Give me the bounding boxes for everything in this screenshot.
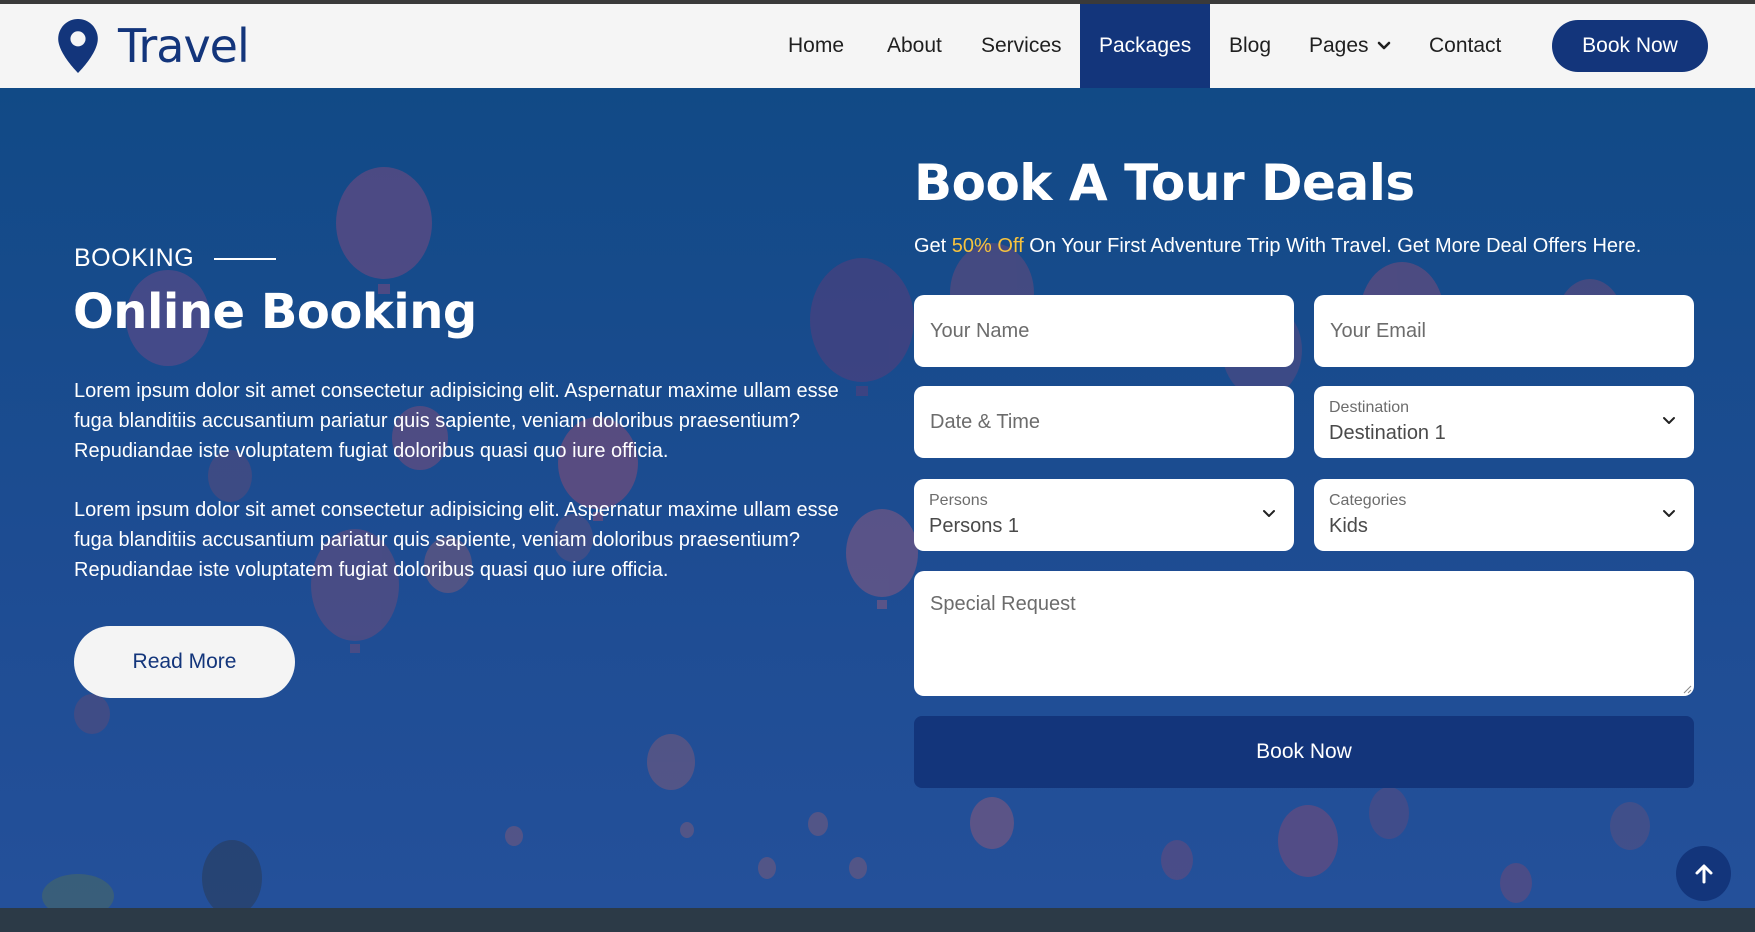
brand-name: Travel xyxy=(118,19,250,73)
navbar: Travel Home About Services Packages Blog… xyxy=(0,4,1755,88)
nav-home[interactable]: Home xyxy=(788,4,844,88)
name-input[interactable] xyxy=(914,295,1294,367)
email-input[interactable] xyxy=(1314,295,1694,367)
chevron-down-icon xyxy=(1377,41,1390,50)
section-title: Online Booking xyxy=(73,284,477,340)
chevron-down-icon xyxy=(1263,510,1275,517)
destination-select[interactable]: Destination Destination 1 xyxy=(1314,386,1694,458)
next-section-edge xyxy=(0,908,1755,932)
nav-pages-label: Pages xyxy=(1309,34,1369,57)
discount-highlight: 50% Off xyxy=(951,235,1024,257)
hero-section: BOOKING Online Booking Lorem ipsum dolor… xyxy=(0,88,1755,908)
nav-blog[interactable]: Blog xyxy=(1229,4,1271,88)
form-title: Book A Tour Deals xyxy=(914,154,1415,212)
categories-select[interactable]: Categories Kids xyxy=(1314,479,1694,551)
brand-logo[interactable]: Travel xyxy=(56,18,250,74)
eyebrow-divider xyxy=(214,257,277,260)
persons-select[interactable]: Persons Persons 1 xyxy=(914,479,1294,551)
destination-label: Destination xyxy=(1329,399,1410,416)
arrow-up-icon xyxy=(1695,864,1712,883)
nav-about[interactable]: About xyxy=(887,4,942,88)
subtitle-prefix: Get xyxy=(914,235,952,257)
chevron-down-icon xyxy=(1663,510,1675,517)
request-field-wrapper xyxy=(914,571,1694,696)
nav-services[interactable]: Services xyxy=(981,4,1062,88)
email-field-wrapper xyxy=(1314,295,1694,367)
name-field-wrapper xyxy=(914,295,1294,367)
persons-label: Persons xyxy=(929,492,988,509)
intro-paragraph-2: Lorem ipsum dolor sit amet consectetur a… xyxy=(74,499,839,581)
book-now-submit-button[interactable]: Book Now xyxy=(914,716,1694,788)
nav-book-now-button[interactable]: Book Now xyxy=(1552,20,1708,72)
destination-value: Destination 1 xyxy=(1329,422,1446,444)
categories-value: Kids xyxy=(1329,515,1368,537)
resize-handle-icon[interactable] xyxy=(1682,684,1692,694)
subtitle-suffix: On Your First Adventure Trip With Travel… xyxy=(1023,235,1642,257)
date-time-input[interactable] xyxy=(914,386,1294,458)
persons-value: Persons 1 xyxy=(929,515,1020,537)
eyebrow-text: BOOKING xyxy=(74,244,195,272)
special-request-textarea[interactable] xyxy=(914,571,1694,696)
intro-paragraph-1: Lorem ipsum dolor sit amet consectetur a… xyxy=(74,380,839,462)
nav-contact[interactable]: Contact xyxy=(1429,4,1501,88)
back-to-top-button[interactable] xyxy=(1676,846,1731,901)
chevron-down-icon xyxy=(1663,417,1675,424)
map-pin-icon xyxy=(58,19,98,73)
section-eyebrow: BOOKING xyxy=(74,244,277,273)
categories-label: Categories xyxy=(1329,492,1407,509)
date-field-wrapper xyxy=(914,386,1294,458)
nav-pages[interactable]: Pages xyxy=(1309,4,1391,88)
form-subtitle: Get 50% Off On Your First Adventure Trip… xyxy=(914,235,1641,258)
read-more-button[interactable]: Read More xyxy=(74,626,295,698)
nav-packages[interactable]: Packages xyxy=(1080,4,1211,88)
